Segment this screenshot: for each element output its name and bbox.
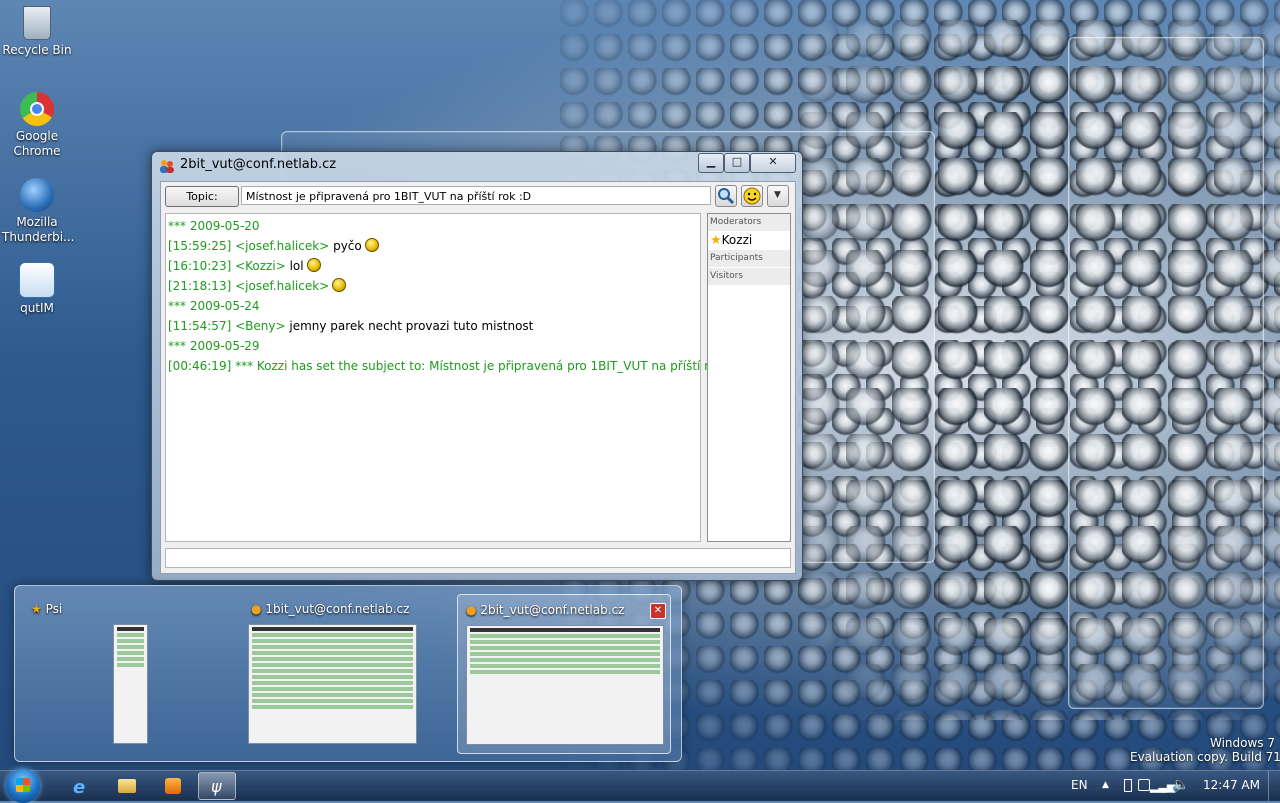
language-indicator[interactable]: EN — [1071, 778, 1088, 792]
conference-icon: ● — [466, 603, 477, 617]
emoticon-icon — [364, 238, 379, 252]
chat-timestamp: [21:18:13] — [168, 279, 232, 293]
ghost-window-outline-right — [1068, 37, 1264, 709]
internet-explorer-icon: e — [73, 777, 86, 798]
roster-group-visitors[interactable]: Visitors — [708, 268, 790, 285]
roster-group-participants[interactable]: Participants — [708, 250, 790, 267]
chevron-down-icon: ▼ — [774, 190, 781, 200]
volume-icon[interactable]: 🔈 — [1172, 777, 1189, 793]
emoticon-icon — [306, 258, 321, 272]
roster-group-moderators[interactable]: Moderators — [708, 214, 790, 231]
show-hidden-icons-button[interactable]: ▲ — [1102, 780, 1109, 790]
chat-timestamp: *** 2009-05-24 — [168, 299, 260, 313]
chat-timestamp: [00:46:19] *** Kozzi has set the subject… — [168, 359, 741, 373]
emoticon-button[interactable] — [741, 185, 763, 207]
desktop-icon-recycle-bin[interactable]: Recycle Bin — [2, 6, 72, 58]
message-input[interactable] — [165, 548, 791, 568]
taskbar-psi[interactable]: ψ — [198, 772, 236, 800]
desktop-icon-qutim[interactable]: qutIM — [2, 262, 72, 316]
minimize-button[interactable]: ▁ — [698, 153, 724, 173]
smiley-icon — [743, 187, 761, 205]
folder-icon — [118, 779, 136, 793]
recycle-bin-icon — [23, 6, 51, 40]
desktop-icon-google-chrome[interactable]: Google Chrome — [2, 92, 72, 159]
taskbar-internet-explorer[interactable]: e — [62, 772, 100, 800]
action-center-icon[interactable] — [1138, 779, 1150, 791]
options-dropdown-button[interactable]: ▼ — [767, 185, 789, 207]
chat-log[interactable]: *** 2009-05-20 [15:59:25] <josef.halicek>… — [165, 213, 740, 542]
windows-logo-icon — [16, 778, 30, 792]
chat-nick[interactable]: <Kozzi> — [235, 259, 286, 273]
window-switcher: ★ Psi ● 1bit_vut@conf.netlab.cz ● 2bit_v… — [14, 585, 682, 762]
qutim-icon — [19, 262, 55, 298]
window-titlebar[interactable]: 2bit_vut@conf.netlab.cz ▁ □ ✕ — [152, 152, 802, 178]
roster-item-kozzi[interactable]: ★Kozzi — [708, 231, 790, 250]
chat-line: [11:54:57] <Beny> jemny parek necht prov… — [168, 316, 700, 336]
conference-icon: ● — [251, 602, 262, 616]
psi-thumbnail — [113, 624, 148, 744]
chat-timestamp: *** 2009-05-20 — [168, 219, 260, 233]
maximize-button[interactable]: □ — [724, 153, 750, 173]
tile-close-button[interactable]: ✕ — [650, 603, 666, 619]
emoticon-icon — [332, 278, 347, 292]
switcher-tile-1bit[interactable]: ● 1bit_vut@conf.netlab.cz — [243, 594, 423, 752]
power-icon[interactable] — [1124, 779, 1132, 792]
star-icon: ★ — [710, 233, 722, 248]
psi-icon: ψ — [211, 777, 222, 796]
window-title: 2bit_vut@conf.netlab.cz — [180, 157, 337, 172]
close-icon: ✕ — [653, 605, 663, 616]
participant-roster[interactable]: Moderators ★Kozzi Participants Visitors — [707, 213, 791, 542]
chat-line: [16:10:23] <Kozzi> lol — [168, 256, 700, 276]
chat-message-text: jemny parek necht provazi tuto mistnost — [289, 319, 534, 333]
desktop-icon-thunderbird[interactable]: Mozilla Thunderbi... — [2, 178, 74, 245]
taskbar-media-player[interactable] — [154, 772, 192, 800]
switcher-tile-psi[interactable]: ★ Psi — [23, 594, 235, 752]
chat-nick[interactable]: <josef.halicek> — [235, 279, 329, 293]
chat-message-text: lol — [289, 259, 304, 273]
windows-watermark: Windows 7 Evaluation copy. Build 7100 — [1130, 736, 1280, 764]
chat-timestamp: *** 2009-05-29 — [168, 339, 260, 353]
chat-nick[interactable]: <josef.halicek> — [235, 239, 329, 253]
chat-line: [00:46:19] *** Kozzi has set the subject… — [168, 356, 740, 376]
chat-timestamp: [16:10:23] — [168, 259, 232, 273]
topic-field[interactable]: Místnost je připravená pro 1BIT_VUT na p… — [241, 186, 711, 205]
maximize-icon: □ — [731, 155, 743, 168]
1bit-thumbnail — [248, 624, 417, 744]
thunderbird-icon — [20, 178, 54, 212]
media-player-icon — [165, 778, 181, 794]
minimize-icon: ▁ — [706, 155, 716, 168]
clock[interactable]: 12:47 AM — [1203, 778, 1260, 792]
taskbar-explorer[interactable] — [108, 772, 146, 800]
close-button[interactable]: ✕ — [750, 153, 796, 173]
chat-line: *** 2009-05-29 — [168, 336, 700, 356]
find-button[interactable] — [715, 185, 737, 207]
chat-window[interactable]: 2bit_vut@conf.netlab.cz ▁ □ ✕ Topic: Mís… — [151, 151, 803, 581]
close-icon: ✕ — [768, 155, 778, 168]
magnifier-icon — [718, 188, 735, 205]
chat-line: *** 2009-05-24 — [168, 296, 700, 316]
chat-message-text: pyčo — [333, 239, 362, 253]
chat-line: [21:18:13] <josef.halicek> — [168, 276, 700, 296]
2bit-thumbnail — [466, 625, 664, 745]
taskbar: e ψ EN ▲ ▂▃▅ 🔈 12:47 AM — [0, 769, 1280, 803]
chat-timestamp: [11:54:57] — [168, 319, 232, 333]
chat-timestamp: [15:59:25] — [168, 239, 232, 253]
chrome-icon — [20, 92, 54, 126]
chat-line: *** 2009-05-20 — [168, 216, 700, 236]
star-icon: ★ — [31, 602, 42, 616]
switcher-tile-2bit[interactable]: ● 2bit_vut@conf.netlab.cz ✕ — [457, 594, 671, 754]
topic-button[interactable]: Topic: — [165, 186, 239, 207]
conference-icon — [159, 158, 175, 174]
chat-client-area: Topic: Místnost je připravená pro 1BIT_V… — [160, 181, 796, 574]
chat-nick[interactable]: <Beny> — [235, 319, 285, 333]
show-desktop-button[interactable] — [1268, 771, 1280, 801]
start-button[interactable] — [6, 769, 40, 803]
chat-line: [15:59:25] <josef.halicek> pyčo — [168, 236, 700, 256]
